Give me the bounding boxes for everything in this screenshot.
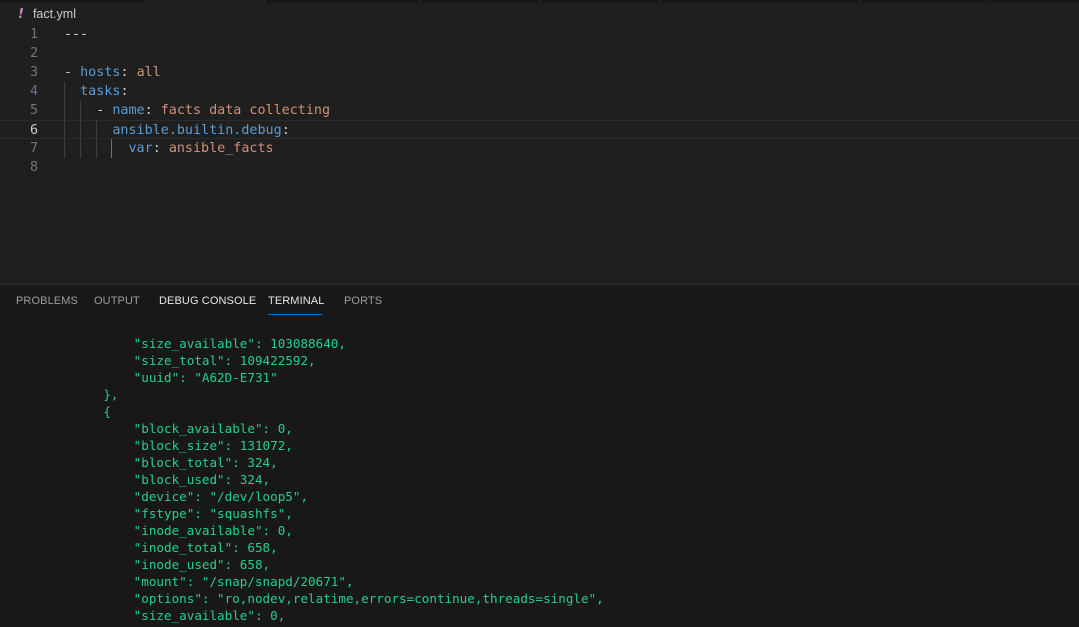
indent-guide xyxy=(96,120,97,158)
tab-debug-console[interactable]: DEBUG CONSOLE xyxy=(159,295,256,307)
terminal-line: "inode_used": 658, xyxy=(73,557,271,572)
terminal-line: "size_available": 103088640, xyxy=(73,336,346,351)
terminal-line: "block_size": 131072, xyxy=(73,438,293,453)
code-editor[interactable]: 1 --- 2 3- hosts: all 4 tasks: 5 - name: fact… xyxy=(0,25,1079,284)
line-code: - name: facts data collecting xyxy=(64,101,330,120)
editor-line[interactable]: 6 ansible.builtin.debug: xyxy=(0,120,1079,139)
code-token: : xyxy=(144,103,161,118)
terminal-line: "options": "ro,nodev,relatime,errors=con… xyxy=(73,591,604,606)
editor-line[interactable]: 4 tasks: xyxy=(0,82,1079,101)
vscode-window: ! fact.yml 1 --- 2 3- hosts: all 4 tasks: 5 -… xyxy=(0,0,1079,627)
tab-output[interactable]: OUTPUT xyxy=(94,295,140,307)
indent-guide xyxy=(80,101,81,158)
breadcrumb[interactable]: ! fact.yml xyxy=(0,3,1079,25)
code-token: : xyxy=(152,141,169,156)
tab-ports[interactable]: PORTS xyxy=(344,295,382,307)
terminal-line: "uuid": "A62D-E731" xyxy=(73,370,278,385)
terminal-line: "block_used": 324, xyxy=(73,472,271,487)
editor-line[interactable]: 8 xyxy=(0,158,1079,177)
active-tab-indicator xyxy=(268,314,322,315)
terminal-line: "mount": "/snap/snapd/20671", xyxy=(73,574,354,589)
terminal-line: "size_available": 0, xyxy=(73,608,286,623)
code-token: hosts xyxy=(80,65,121,80)
line-code: ansible.builtin.debug: xyxy=(64,121,290,140)
line-number: 4 xyxy=(29,84,38,99)
terminal-line: "inode_available": 0, xyxy=(73,523,293,538)
editor-line[interactable]: 3 - hosts: all xyxy=(0,63,1079,82)
line-number: 7 xyxy=(29,141,38,156)
terminal-line: "device": "/dev/loop5", xyxy=(73,489,309,504)
terminal-line: "inode_total": 658, xyxy=(73,540,278,555)
code-token: var xyxy=(128,141,153,156)
indent-guide xyxy=(64,82,65,158)
terminal-output[interactable]: "size_available": 103088640, "size_total… xyxy=(0,335,1079,627)
editor-line[interactable]: 7 var: ansible_facts xyxy=(0,139,1079,158)
bottom-panel: PROBLEMS OUTPUT DEBUG CONSOLE TERMINAL P… xyxy=(0,285,1079,627)
code-token: tasks xyxy=(80,84,121,99)
code-token: ansible.builtin.debug xyxy=(112,123,282,138)
line-number: 3 xyxy=(29,65,38,80)
code-token: : xyxy=(120,84,129,99)
terminal-line: { xyxy=(73,404,111,419)
line-number: 8 xyxy=(29,160,38,175)
editor-line[interactable]: 1 --- xyxy=(0,25,1079,44)
code-token: : xyxy=(281,123,290,138)
code-token: --- xyxy=(64,27,89,42)
line-number: 2 xyxy=(29,46,38,61)
editor-line[interactable]: 5 - name: facts data collecting xyxy=(0,101,1079,120)
line-number: 6 xyxy=(29,123,38,138)
code-token: : xyxy=(120,65,137,80)
line-code: tasks: xyxy=(64,82,129,101)
tab-problems[interactable]: PROBLEMS xyxy=(16,295,78,307)
code-token: all xyxy=(136,65,161,80)
line-number: 1 xyxy=(29,27,38,42)
terminal-line: }, xyxy=(73,387,119,402)
line-number: 5 xyxy=(29,103,38,118)
editor-line[interactable]: 2 xyxy=(0,44,1079,63)
tab-terminal[interactable]: TERMINAL xyxy=(268,295,324,307)
terminal-line: "fstype": "squashfs", xyxy=(73,506,293,521)
code-token: - xyxy=(64,65,81,80)
line-code: - hosts: all xyxy=(64,63,161,82)
breadcrumb-filename[interactable]: fact.yml xyxy=(33,7,76,21)
yaml-file-icon: ! xyxy=(18,6,24,22)
code-token: facts data collecting xyxy=(160,103,331,118)
code-token: ansible_facts xyxy=(168,141,274,156)
code-token: - xyxy=(64,103,113,118)
indent-guide xyxy=(111,139,112,158)
terminal-line: "block_available": 0, xyxy=(73,421,293,436)
panel-tabs: PROBLEMS OUTPUT DEBUG CONSOLE TERMINAL P… xyxy=(0,285,1079,319)
terminal-line: "size_total": 109422592, xyxy=(73,353,316,368)
line-code: --- xyxy=(64,25,88,44)
code-token: name xyxy=(112,103,145,118)
terminal-line: "block_total": 324, xyxy=(73,455,278,470)
